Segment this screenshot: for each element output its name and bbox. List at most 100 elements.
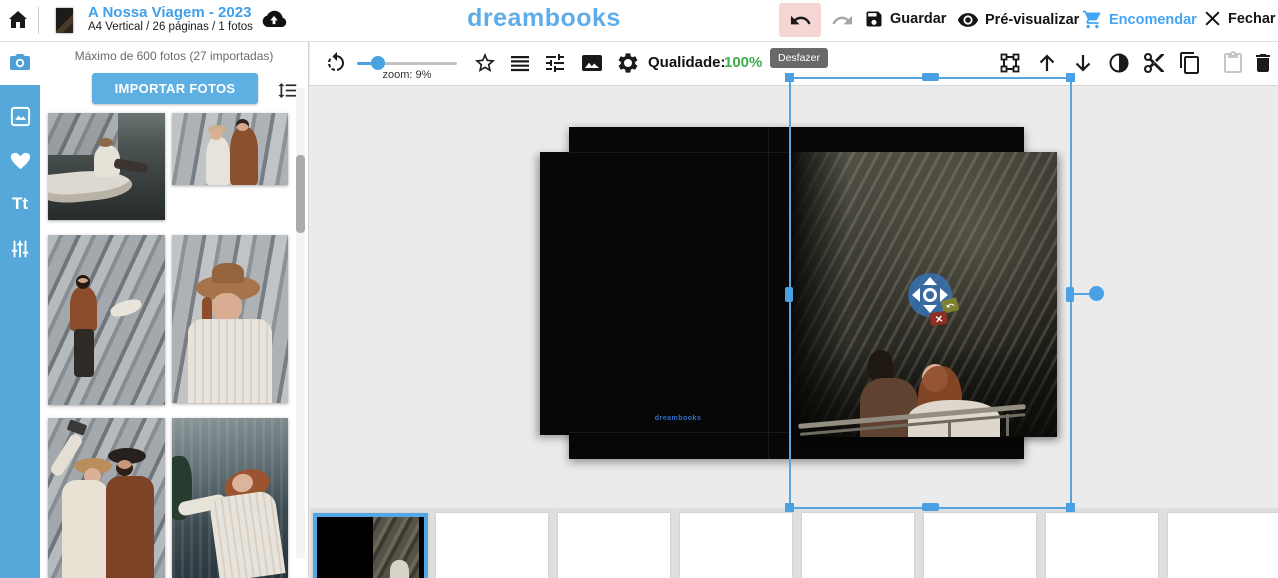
rail-tab-text[interactable]: Tt bbox=[0, 182, 40, 226]
editor-toolbar: zoom: 9% Qualidade: 100% Desfazer bbox=[310, 41, 1278, 86]
preview-label: Pré-visualizar bbox=[985, 12, 1079, 28]
close-icon bbox=[1203, 9, 1222, 28]
figure-face bbox=[236, 119, 249, 131]
image-filled-icon bbox=[580, 51, 604, 75]
cover-brand-text: dreambooks bbox=[638, 415, 718, 422]
image-icon bbox=[9, 105, 32, 128]
contrast-icon bbox=[1107, 51, 1131, 75]
undo-icon bbox=[789, 9, 812, 32]
page-thumb-blank[interactable] bbox=[680, 513, 792, 578]
divider bbox=[38, 7, 39, 34]
rail-tab-layouts[interactable] bbox=[0, 94, 40, 138]
home-icon bbox=[6, 8, 30, 32]
sort-photos-button[interactable] bbox=[277, 80, 298, 101]
import-photos-button[interactable]: IMPORTAR FOTOS bbox=[92, 73, 258, 104]
layouts-button[interactable] bbox=[508, 51, 532, 75]
arrow-down-icon bbox=[1071, 51, 1095, 75]
undo-tooltip: Desfazer bbox=[770, 48, 828, 68]
order-label: Encomendar bbox=[1109, 12, 1197, 28]
adjust-button[interactable] bbox=[543, 51, 567, 75]
fold-guide-line bbox=[768, 127, 769, 459]
camera-icon bbox=[8, 51, 32, 75]
favorite-button[interactable] bbox=[473, 51, 497, 75]
crop-button[interactable] bbox=[998, 51, 1022, 75]
background-button[interactable] bbox=[580, 51, 604, 75]
cover-preview-figure bbox=[390, 560, 408, 578]
lines-icon bbox=[508, 51, 532, 75]
home-button[interactable] bbox=[6, 8, 30, 32]
photo-thumb-boat[interactable] bbox=[48, 113, 165, 220]
rotate-handle-stem bbox=[1074, 293, 1090, 295]
figure-man-head bbox=[76, 275, 90, 289]
cloud-upload-icon bbox=[260, 8, 288, 32]
railing-post bbox=[1006, 414, 1009, 436]
page-thumb-blank[interactable] bbox=[924, 513, 1036, 578]
photo-thumb-man-rocks[interactable] bbox=[48, 235, 165, 405]
project-info[interactable]: A Nossa Viagem - 2023 A4 Vertical / 26 p… bbox=[88, 4, 253, 34]
zoom-slider-handle[interactable] bbox=[371, 56, 385, 70]
selection-handle-left-mid[interactable] bbox=[785, 287, 793, 302]
close-button[interactable]: Fechar bbox=[1203, 9, 1276, 28]
scissors-icon bbox=[1142, 51, 1166, 75]
delete-button[interactable] bbox=[1251, 51, 1275, 75]
figure-woman-sweater bbox=[908, 400, 1000, 437]
figure-man-sweater bbox=[106, 476, 154, 578]
star-icon bbox=[473, 51, 497, 75]
cloud-sync-button[interactable] bbox=[260, 8, 288, 32]
rail-tab-settings[interactable] bbox=[0, 227, 40, 271]
selection-handle-bottom-left[interactable] bbox=[785, 503, 794, 512]
settings-button[interactable] bbox=[616, 51, 640, 75]
page-thumb-cover-selected[interactable] bbox=[313, 513, 428, 578]
pages-strip bbox=[310, 508, 1278, 578]
eye-icon bbox=[957, 9, 979, 31]
sort-icon bbox=[277, 80, 298, 101]
photo-thumb-selfie[interactable] bbox=[48, 418, 165, 578]
figure-man-face bbox=[116, 460, 133, 476]
paste-button[interactable] bbox=[1221, 51, 1245, 75]
project-cover-thumbnail[interactable] bbox=[56, 8, 73, 33]
contrast-button[interactable] bbox=[1107, 51, 1131, 75]
photo-remove-mini-button[interactable] bbox=[929, 311, 948, 326]
project-title: A Nossa Viagem - 2023 bbox=[88, 4, 253, 21]
railing-post bbox=[948, 422, 951, 437]
selection-handle-top-mid[interactable] bbox=[922, 73, 939, 81]
page-thumb-blank[interactable] bbox=[802, 513, 914, 578]
mini-rotate-icon bbox=[945, 300, 956, 311]
selection-handle-right-mid[interactable] bbox=[1066, 287, 1074, 302]
rail-tab-photos-import[interactable] bbox=[0, 41, 40, 85]
cut-button[interactable] bbox=[1142, 51, 1166, 75]
panel-scrollbar-thumb[interactable] bbox=[296, 155, 305, 233]
photo-thumb-hat-woman[interactable] bbox=[172, 235, 288, 403]
page-thumb-blank[interactable] bbox=[558, 513, 670, 578]
trim-guide-top bbox=[569, 152, 790, 153]
copy-button[interactable] bbox=[1178, 51, 1202, 75]
mini-close-icon bbox=[934, 314, 943, 323]
figure-sweater bbox=[188, 319, 272, 403]
send-backward-button[interactable] bbox=[1071, 51, 1095, 75]
figure-hat-crown bbox=[212, 263, 244, 283]
project-meta: A4 Vertical / 26 páginas / 1 fotos bbox=[88, 21, 253, 34]
selection-handle-bottom-right[interactable] bbox=[1066, 503, 1075, 512]
figure-face bbox=[212, 293, 242, 321]
quality-label: Qualidade: bbox=[648, 54, 726, 71]
rail-tab-favorites[interactable] bbox=[0, 138, 40, 182]
figure-man bbox=[230, 127, 258, 185]
save-button[interactable]: Guardar bbox=[864, 9, 946, 29]
trash-icon bbox=[1251, 51, 1275, 75]
rotate-left-button[interactable] bbox=[324, 51, 348, 75]
preview-button[interactable]: Pré-visualizar bbox=[957, 9, 1079, 31]
photo-limit-text: Máximo de 600 fotos (27 importadas) bbox=[40, 49, 308, 63]
undo-button[interactable] bbox=[779, 3, 821, 37]
rotate-handle-knob[interactable] bbox=[1089, 286, 1104, 301]
selection-handle-top-left[interactable] bbox=[785, 73, 794, 82]
photo-thumb-couple[interactable] bbox=[172, 113, 288, 185]
page-thumb-blank[interactable] bbox=[1168, 513, 1278, 578]
bring-forward-button[interactable] bbox=[1035, 51, 1059, 75]
selection-handle-top-right[interactable] bbox=[1066, 73, 1075, 82]
selection-handle-bottom-mid[interactable] bbox=[922, 503, 939, 511]
photo-thumb-lake-woman[interactable] bbox=[172, 418, 288, 578]
order-button[interactable]: Encomendar bbox=[1082, 9, 1197, 30]
page-thumb-blank[interactable] bbox=[1046, 513, 1158, 578]
redo-button[interactable] bbox=[831, 9, 854, 32]
page-thumb-blank[interactable] bbox=[436, 513, 548, 578]
